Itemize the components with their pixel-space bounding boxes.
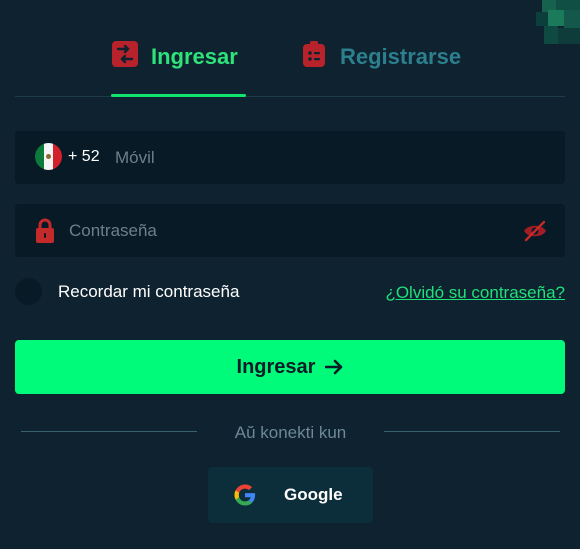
password-field (15, 204, 565, 257)
divider-line-right (384, 431, 560, 432)
google-login-button[interactable]: Google (208, 467, 373, 523)
auth-tabs: Ingresar Registrarse (15, 32, 565, 97)
remember-label: Recordar mi contraseña (58, 281, 240, 301)
tab-login[interactable]: Ingresar (111, 32, 246, 97)
tab-login-label: Ingresar (151, 44, 238, 69)
clipboard-icon (303, 41, 325, 67)
divider-text: Aŭ konekti kun (234, 423, 347, 442)
login-arrows-icon (112, 41, 138, 67)
eye-off-icon[interactable] (523, 220, 547, 242)
login-submit-label: Ingresar (236, 355, 316, 378)
login-submit-button[interactable]: Ingresar (15, 340, 565, 394)
phone-input[interactable] (115, 131, 535, 184)
country-code[interactable]: + 52 (68, 148, 100, 166)
active-tab-indicator (111, 94, 246, 97)
lock-icon (36, 218, 54, 243)
divider-line-left (21, 431, 197, 432)
arrow-right-icon (325, 359, 343, 375)
forgot-password-link[interactable]: ¿Olvidó su contraseña? (385, 283, 565, 303)
google-login-label: Google (284, 485, 343, 504)
phone-field: + 52 (15, 131, 565, 184)
mexico-flag-icon[interactable] (35, 143, 62, 170)
password-input[interactable] (69, 204, 509, 257)
google-icon (234, 484, 256, 506)
tab-register[interactable]: Registrarse (300, 32, 461, 95)
remember-checkbox[interactable]: Recordar mi contraseña (15, 278, 239, 305)
tab-register-label: Registrarse (340, 44, 462, 69)
remember-checkbox-circle[interactable] (15, 278, 42, 305)
